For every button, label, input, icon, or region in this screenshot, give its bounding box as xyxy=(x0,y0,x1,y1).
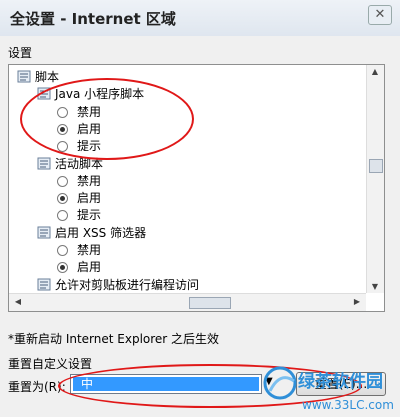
window-title: 全设置 - Internet 区域 xyxy=(10,10,176,28)
settings-panel: 脚本 Java 小程序脚本 禁用 启用 提示 活动脚本 禁用 启用 提示 启用 XSS 筛选器 禁用… xyxy=(8,64,385,312)
radio-label: 启用 xyxy=(77,191,102,206)
vertical-scrollbar[interactable]: ▲ ▼ xyxy=(366,65,384,293)
restart-note: *重新启动 Internet Explorer 之后生效 xyxy=(8,332,220,346)
horizontal-scrollbar[interactable]: ◀ ▶ xyxy=(9,293,366,311)
radio-option[interactable]: 禁用 xyxy=(57,104,101,121)
radio-option[interactable]: 提示 xyxy=(57,207,101,224)
radio-button[interactable] xyxy=(57,141,68,153)
radio-button[interactable] xyxy=(57,175,68,187)
tree-category: Java 小程序脚本 xyxy=(37,86,144,103)
radio-button[interactable] xyxy=(57,210,68,222)
radio-label: 禁用 xyxy=(77,173,102,188)
radio-option[interactable]: 提示 xyxy=(57,138,101,155)
radio-option[interactable]: 启用 xyxy=(57,121,101,138)
settings-category-icon xyxy=(37,226,51,239)
watermark-url: www.33LC.com xyxy=(302,398,394,412)
watermark-swirl-accent xyxy=(268,376,295,392)
radio-label: 禁用 xyxy=(77,243,102,257)
radio-label: 启用 xyxy=(77,260,102,275)
tree-category-label: Java 小程序脚本 xyxy=(55,87,145,102)
reset-group-label: 重置自定义设置 xyxy=(8,357,93,371)
settings-category-icon xyxy=(37,87,51,100)
scroll-left-icon[interactable]: ◀ xyxy=(11,297,25,306)
radio-option[interactable]: 禁用 xyxy=(57,242,101,259)
radio-option[interactable]: 启用 xyxy=(57,311,101,312)
settings-label: 设置 xyxy=(8,46,33,60)
settings-category-icon xyxy=(37,157,51,169)
close-button[interactable]: ✕ xyxy=(368,5,392,25)
radio-button[interactable] xyxy=(57,193,68,205)
watermark-text: 绿茶软件园 xyxy=(298,371,383,392)
radio-label: 禁用 xyxy=(77,104,102,119)
radio-option[interactable]: 禁用 xyxy=(57,173,101,190)
scroll-up-icon[interactable]: ▲ xyxy=(368,67,382,76)
radio-button[interactable] xyxy=(57,262,68,274)
tree-category: 允许对剪贴板进行编程访问 xyxy=(37,277,199,294)
tree-category: 启用 XSS 筛选器 xyxy=(37,225,146,242)
tree-category-label: 活动脚本 xyxy=(55,156,104,171)
reset-to-label: 重置为(R): xyxy=(8,380,66,394)
radio-button[interactable] xyxy=(57,123,68,135)
watermark-swirl-icon xyxy=(263,366,297,400)
tree-category: 脚本 xyxy=(17,69,59,86)
horizontal-scroll-thumb[interactable] xyxy=(189,297,231,309)
radio-button[interactable] xyxy=(57,106,68,118)
radio-option[interactable]: 启用 xyxy=(57,190,101,207)
watermark-logo: 绿茶软件园 www.33LC.com xyxy=(263,366,394,412)
radio-label: 提示 xyxy=(77,208,102,223)
radio-option[interactable]: 启用 xyxy=(57,259,101,276)
settings-category-icon xyxy=(17,70,31,83)
reset-level-select[interactable]: 中 xyxy=(70,374,262,394)
radio-label: 启用 xyxy=(77,121,102,136)
scroll-right-icon[interactable]: ▶ xyxy=(350,297,364,306)
tree-category-label: 启用 XSS 筛选器 xyxy=(55,225,147,240)
tree-category-label: 脚本 xyxy=(35,70,60,84)
radio-label: 提示 xyxy=(77,139,102,154)
tree-category-label: 允许对剪贴板进行编程访问 xyxy=(55,277,200,292)
tree-category: 活动脚本 xyxy=(37,156,103,173)
radio-button[interactable] xyxy=(57,245,68,256)
vertical-scroll-thumb[interactable] xyxy=(369,159,383,173)
title-bar: 全设置 - Internet 区域 ✕ xyxy=(0,0,400,36)
reset-level-value: 中 xyxy=(73,377,259,391)
settings-tree: 脚本 Java 小程序脚本 禁用 启用 提示 活动脚本 禁用 启用 提示 启用 XSS 筛选器 禁用… xyxy=(9,65,366,309)
scroll-down-icon[interactable]: ▼ xyxy=(368,282,382,291)
settings-category-icon xyxy=(37,278,51,291)
